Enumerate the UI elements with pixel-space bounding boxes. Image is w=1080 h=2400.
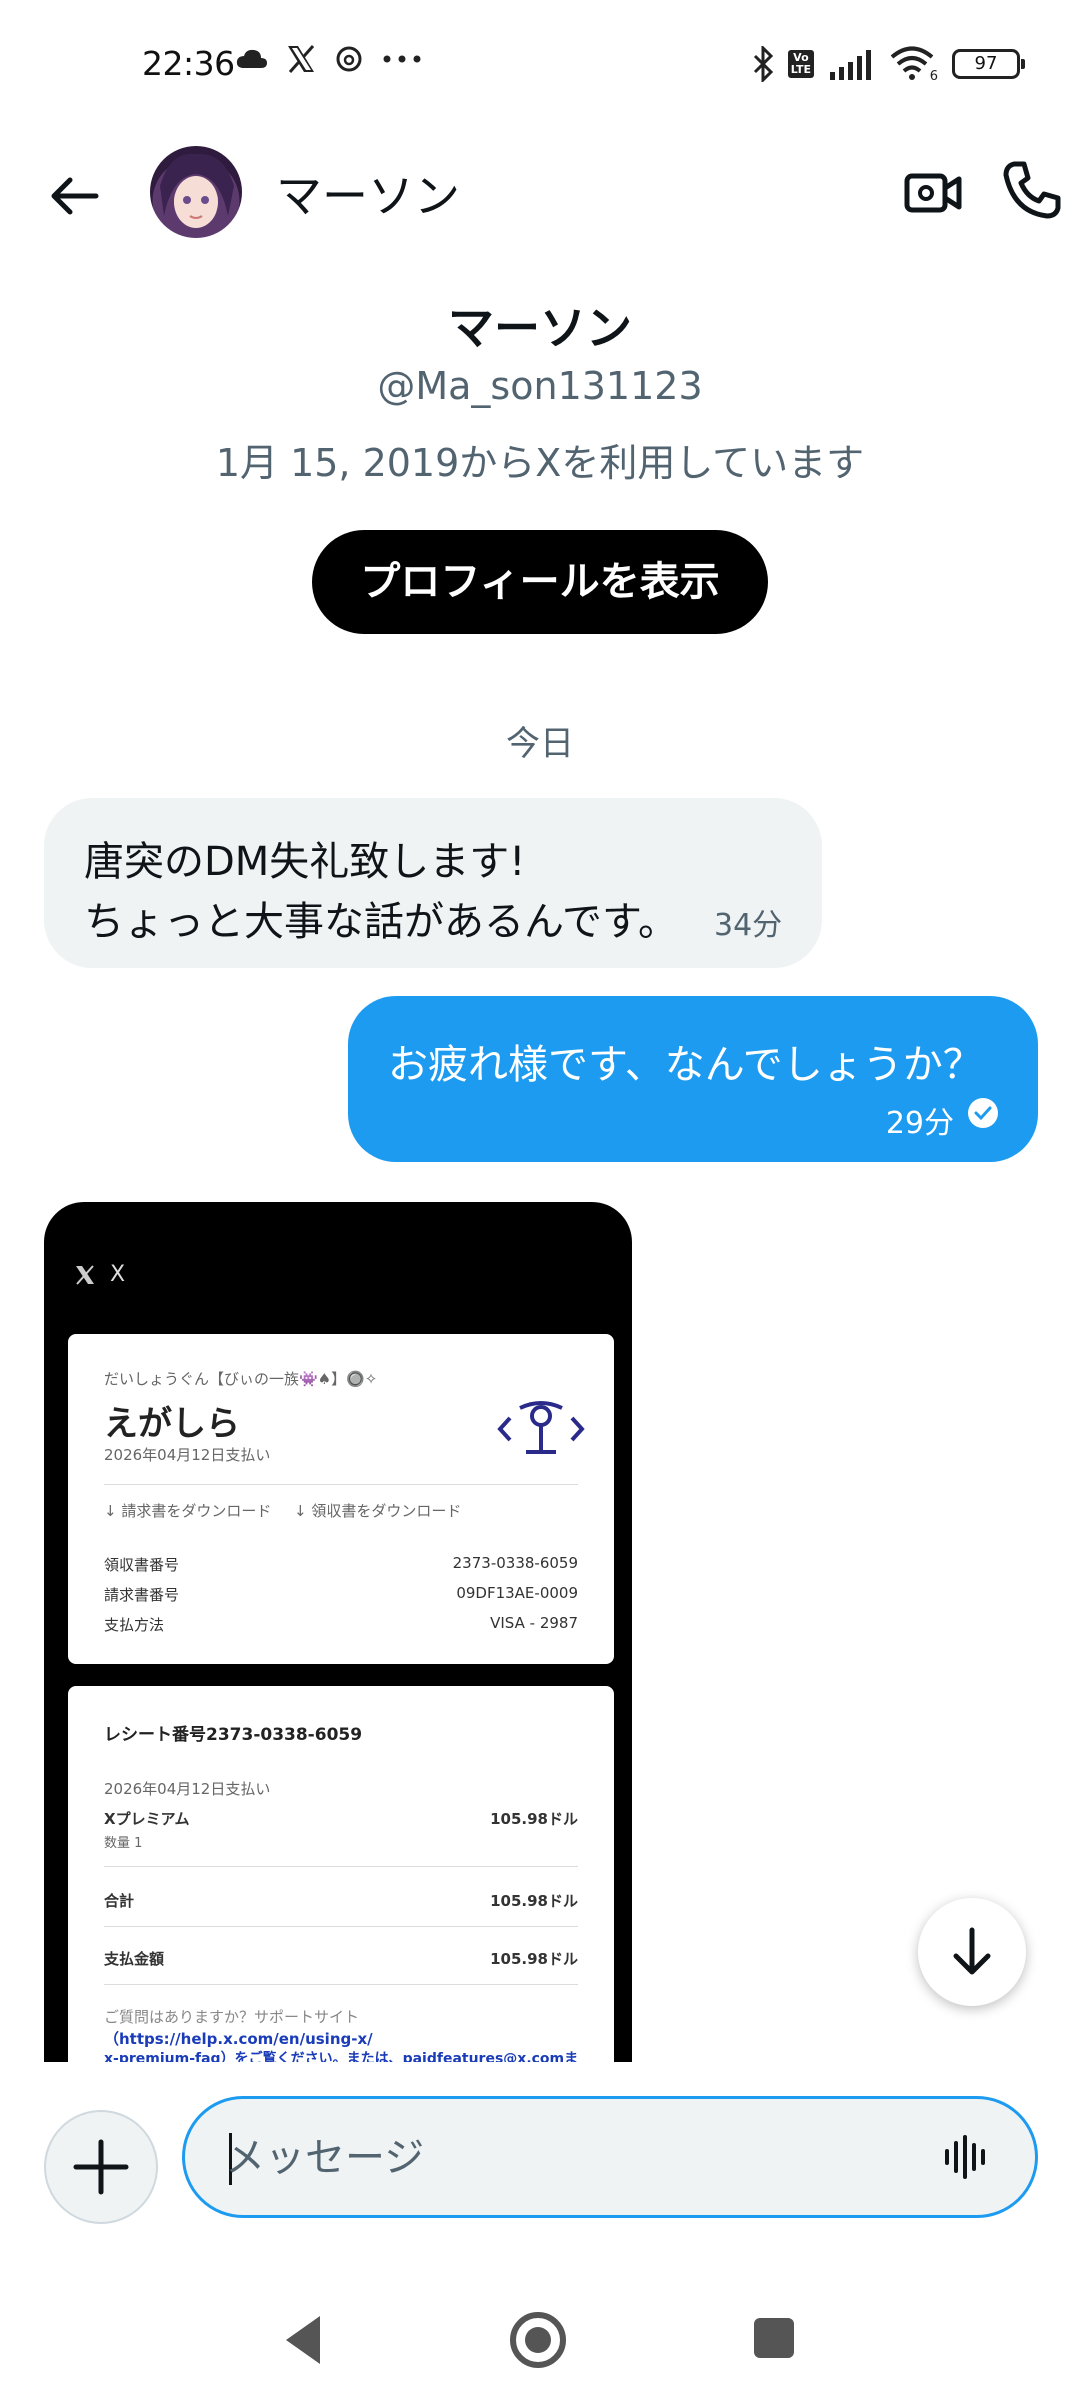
nav-back-button[interactable]: [280, 2312, 328, 2368]
volte-icon: Vo LTE: [787, 50, 814, 78]
profile-name: マーソン: [448, 301, 632, 355]
message-time: 34分: [714, 908, 783, 943]
video-call-button[interactable]: [902, 160, 966, 224]
plus-icon: [73, 2139, 129, 2195]
nav-back-icon: [286, 2316, 320, 2364]
divider: [104, 1984, 578, 1985]
nav-home-button[interactable]: [508, 2310, 568, 2370]
receipt-name: えがしら: [104, 1404, 240, 1444]
receipt-total-row: 合計 105.98ドル: [104, 1892, 578, 1910]
message-time: 29分: [885, 1106, 954, 1141]
video-call-icon: [904, 173, 962, 213]
voice-message-button[interactable]: [939, 2129, 995, 2185]
message-text: お疲れ様です、なんでしょうか？: [388, 1042, 983, 1088]
wifi-badge: 6: [929, 69, 938, 84]
wifi-icon: 6: [890, 46, 938, 84]
image-message[interactable]: X だいしょうぐん【びぃの一族👾♠】🔘✧ えがしら 2026年04月12日支払い…: [44, 1202, 632, 2062]
add-attachment-button[interactable]: [44, 2110, 158, 2224]
image-app-header: X: [74, 1262, 125, 1287]
support-text: ご質問はありますか？サポートサイト: [104, 2008, 360, 2026]
arrow-left-icon: [51, 177, 99, 215]
nav-recents-button[interactable]: [754, 2318, 794, 2358]
phone-icon: [1003, 161, 1061, 219]
receipt-paid-date: 2026年04月12日支払い: [104, 1446, 271, 1464]
receipt-card-summary: だいしょうぐん【びぃの一族👾♠】🔘✧ えがしら 2026年04月12日支払い ↓…: [68, 1334, 614, 1664]
receipt-item-qty: 数量 1: [104, 1836, 143, 1851]
signal-icon: [830, 50, 871, 80]
message-incoming[interactable]: 唐突のDM失礼致します! ちょっと大事な話があるんです。 34分: [44, 798, 822, 968]
header-contact-name[interactable]: マーソン: [276, 160, 460, 226]
divider: [104, 1926, 578, 1927]
profile-join-date: 1月 15, 2019からXを利用しています: [215, 441, 865, 485]
image-app-label: X: [110, 1262, 126, 1287]
x-logo-icon: [76, 1264, 94, 1285]
receipt-row: 支払方法 VISA - 2987: [104, 1614, 578, 1634]
status-bar: 22:36 Vo LTE 6 97: [0, 0, 1080, 130]
x-app-icon: [288, 45, 315, 73]
avatar[interactable]: [150, 146, 242, 238]
receipt-number-title: レシート番号2373-0338-6059: [104, 1725, 363, 1745]
date-divider: 今日: [506, 724, 574, 764]
receipt-row: 請求書番号 09DF13AE-0009: [104, 1584, 578, 1604]
read-check-icon: [968, 1098, 998, 1128]
more-dots-icon: [383, 55, 421, 63]
status-left-icons: [236, 44, 422, 74]
message-input[interactable]: [225, 2123, 905, 2193]
battery-indicator: 97: [952, 49, 1025, 79]
profile-handle: @Ma_son131123: [377, 364, 703, 408]
support-link: （https://help.x.com/en/using-x/: [104, 2030, 373, 2048]
status-right-icons: Vo LTE 6 97: [752, 46, 1025, 84]
nav-home-icon: [510, 2312, 566, 2368]
brand-logo-icon: [497, 1401, 585, 1454]
receipt-card-detail: レシート番号2373-0338-6059 2026年04月12日支払い Xプレミ…: [68, 1686, 614, 2062]
download-invoice-link: ↓ 請求書をダウンロード: [104, 1502, 272, 1520]
receipt-small-heading: だいしょうぐん【びぃの一族👾♠】🔘✧: [104, 1370, 378, 1388]
arrow-down-icon: [953, 1927, 991, 1975]
message-text: 唐突のDM失礼致します! ちょっと大事な話があるんです。: [84, 839, 678, 945]
system-navigation-bar: [0, 2280, 1080, 2400]
receipt-paid-date: 2026年04月12日支払い: [104, 1780, 271, 1798]
call-button[interactable]: [1000, 158, 1064, 222]
receipt-paid-row: 支払金額 105.98ドル: [104, 1950, 578, 1968]
receipt-row: 領収書番号 2373-0338-6059: [104, 1554, 578, 1574]
support-link: x-premium-faq）をご覧ください。または、paidfeatures@x…: [104, 2051, 579, 2062]
bluetooth-icon: [753, 46, 773, 82]
receipt-item-row: Xプレミアム 105.98ドル: [104, 1810, 578, 1828]
download-receipt-link: ↓ 領収書をダウンロード: [294, 1502, 462, 1520]
status-time: 22:36: [142, 44, 235, 83]
threads-icon: [336, 46, 362, 72]
scroll-to-bottom-button[interactable]: [918, 1898, 1026, 2006]
message-outgoing[interactable]: お疲れ様です、なんでしょうか？ 29分: [348, 996, 1038, 1162]
back-button[interactable]: [44, 164, 108, 228]
divider: [104, 1866, 578, 1867]
divider: [104, 1484, 578, 1485]
voice-wave-icon: [945, 2135, 985, 2179]
cloud-icon: [236, 49, 267, 68]
view-profile-button[interactable]: プロフィールを表示: [312, 530, 768, 634]
message-composer[interactable]: [182, 2096, 1038, 2218]
conversation-header: マーソン: [0, 130, 1080, 260]
